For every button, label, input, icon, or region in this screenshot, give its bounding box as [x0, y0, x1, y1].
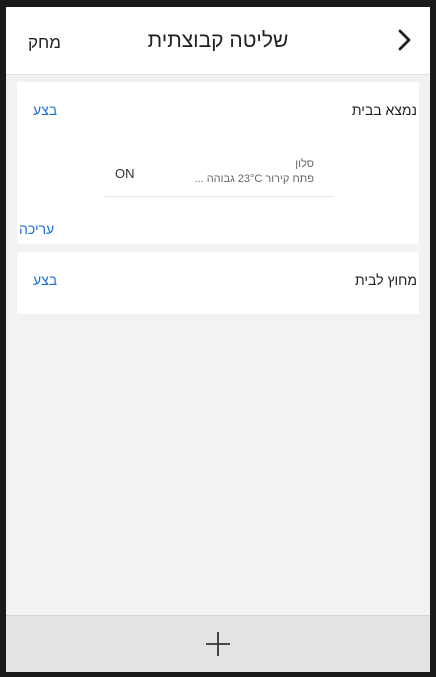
app-screen: שליטה קבוצתית מחק נמצא בבית בצע סלון פתח… [0, 0, 436, 677]
plus-icon [206, 632, 230, 656]
footer-bar [6, 615, 430, 672]
header-bar: שליטה קבוצתית מחק [6, 7, 430, 75]
device-row[interactable]: סלון פתח קירור 23°C גבוהה ... ON [105, 148, 334, 197]
delete-button[interactable]: מחק [28, 33, 61, 53]
group-card-away: מחוץ לבית בצע [17, 252, 419, 314]
device-description: פתח קירור 23°C גבוהה ... [194, 173, 314, 185]
page-title: שליטה קבוצתית [147, 29, 289, 52]
group-title: נמצא בבית [351, 102, 417, 118]
edit-button[interactable]: עריכה [19, 221, 54, 237]
device-state: ON [115, 166, 135, 181]
group-title: מחוץ לבית [355, 272, 417, 288]
execute-button[interactable]: בצע [33, 272, 57, 288]
add-group-button[interactable] [203, 629, 233, 659]
device-name: סלון [295, 158, 314, 170]
group-card-at-home: נמצא בבית בצע סלון פתח קירור 23°C גבוהה … [17, 82, 419, 244]
execute-button[interactable]: בצע [33, 102, 57, 118]
